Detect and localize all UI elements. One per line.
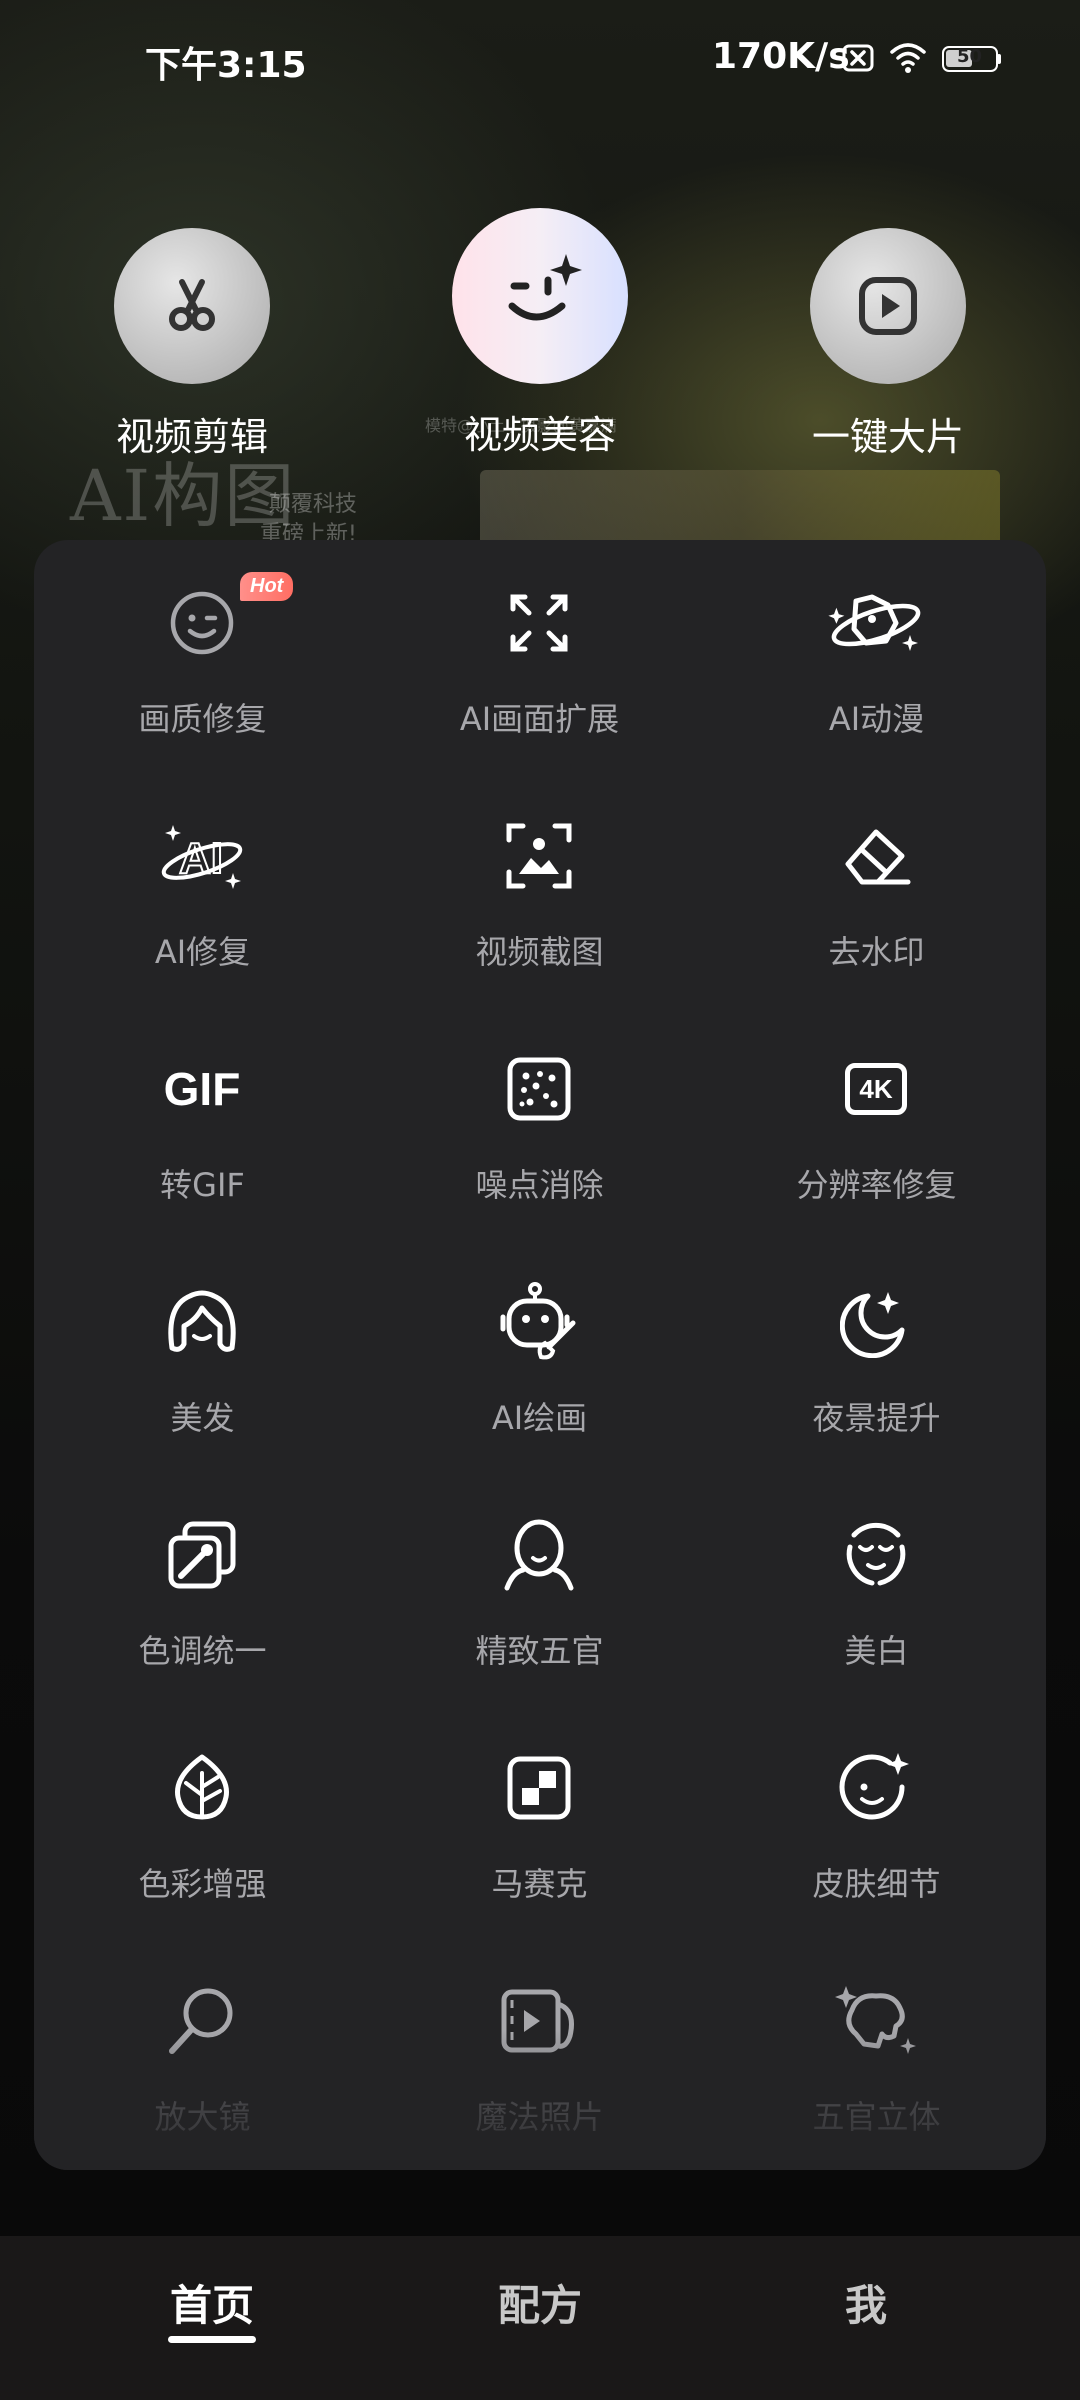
nav-tab-recipes[interactable]: 配方 bbox=[440, 2272, 640, 2333]
status-time: 下午3:15 bbox=[145, 45, 307, 86]
tool-ai-expand[interactable]: AI画面扩展 bbox=[371, 578, 708, 811]
wifi-icon bbox=[890, 43, 926, 73]
tool-whitening[interactable]: 美白 bbox=[708, 1510, 1045, 1743]
shortcut-video-beauty[interactable]: 视频美容 bbox=[430, 208, 650, 459]
magnifier-icon bbox=[152, 1976, 252, 2066]
play-square-icon bbox=[859, 277, 917, 335]
tool-refined-features[interactable]: 精致五官 bbox=[371, 1510, 708, 1743]
tool-label: AI绘画 bbox=[491, 1399, 588, 1437]
wink-face-icon bbox=[508, 254, 582, 321]
noise-dots-icon bbox=[489, 1044, 589, 1134]
tool-label: AI动漫 bbox=[828, 700, 925, 738]
4k-icon: 4K bbox=[826, 1044, 926, 1134]
tool-noise-removal[interactable]: 噪点消除 bbox=[371, 1044, 708, 1277]
tool-label: 视频截图 bbox=[475, 933, 604, 971]
magic-photo-icon bbox=[489, 1976, 589, 2066]
no-sim-icon bbox=[842, 44, 874, 72]
status-net-speed: 170K/s bbox=[712, 36, 850, 77]
tool-label: AI修复 bbox=[154, 933, 251, 971]
tool-label: 分辨率修复 bbox=[796, 1166, 957, 1204]
expand-icon bbox=[489, 578, 589, 668]
skin-sparkle-icon bbox=[826, 1743, 926, 1833]
tool-ai-anime[interactable]: AI动漫 bbox=[708, 578, 1045, 811]
tool-hair[interactable]: 美发 bbox=[34, 1277, 371, 1510]
shortcut-circle bbox=[810, 228, 966, 384]
shortcut-one-click-movie[interactable]: 一键大片 bbox=[778, 228, 998, 461]
robot-paint-icon bbox=[489, 1277, 589, 1367]
gif-icon: GIF bbox=[163, 1063, 241, 1115]
screenshot-icon bbox=[489, 811, 589, 901]
shortcut-video-edit[interactable]: 视频剪辑 bbox=[82, 228, 302, 461]
shortcut-label: 视频剪辑 bbox=[115, 415, 268, 459]
tool-to-gif[interactable]: GIF 转GIF bbox=[34, 1044, 371, 1277]
tool-label: 转GIF bbox=[160, 1166, 245, 1204]
smile-face-icon bbox=[152, 578, 252, 668]
face-outline-icon bbox=[489, 1510, 589, 1600]
tool-label: 放大镜 bbox=[154, 2098, 251, 2136]
hair-icon bbox=[152, 1277, 252, 1367]
tool-3d-features[interactable]: 五官立体 bbox=[708, 1976, 1045, 2170]
tool-label: 皮肤细节 bbox=[812, 1865, 941, 1903]
tool-label: 美发 bbox=[170, 1399, 235, 1437]
hot-badge: Hot bbox=[240, 572, 294, 601]
scissors-icon bbox=[169, 279, 215, 331]
status-bar: 下午3:15 170K/s 50 bbox=[0, 0, 1080, 120]
tool-resolution-repair[interactable]: 4K 分辨率修复 bbox=[708, 1044, 1045, 1277]
tool-night-enhance[interactable]: 夜景提升 bbox=[708, 1277, 1045, 1510]
eraser-icon bbox=[826, 811, 926, 901]
moon-icon bbox=[826, 1277, 926, 1367]
tool-skin-detail[interactable]: 皮肤细节 bbox=[708, 1743, 1045, 1976]
mosaic-icon bbox=[489, 1743, 589, 1833]
tool-label: 精致五官 bbox=[475, 1632, 604, 1670]
tool-label: 五官立体 bbox=[812, 2098, 941, 2136]
shortcut-circle bbox=[452, 208, 628, 384]
4k-text: 4K bbox=[859, 1073, 893, 1104]
shortcut-circle bbox=[114, 228, 270, 384]
nav-active-indicator bbox=[168, 2336, 256, 2343]
tool-ai-repair[interactable]: AI AI修复 bbox=[34, 811, 371, 1044]
promo-subtitle-1: 颠覆科技 bbox=[268, 492, 357, 517]
tool-magic-photo[interactable]: 魔法照片 bbox=[371, 1976, 708, 2170]
battery-level: 50 bbox=[956, 46, 983, 67]
nav-tab-home[interactable]: 首页 bbox=[112, 2272, 312, 2333]
tool-label: 魔法照片 bbox=[475, 2098, 604, 2136]
battery-icon: 50 bbox=[942, 46, 1001, 72]
leaf-icon bbox=[152, 1743, 252, 1833]
face-3d-icon bbox=[826, 1976, 926, 2066]
tool-label: 画质修复 bbox=[138, 700, 267, 738]
tool-color-enhance[interactable]: 色彩增强 bbox=[34, 1743, 371, 1976]
shortcut-label: 一键大片 bbox=[811, 415, 964, 459]
color-pick-icon bbox=[152, 1510, 252, 1600]
nav-tab-me[interactable]: 我 bbox=[766, 2272, 966, 2333]
tools-panel: Hot 画质修复 AI画面扩展 AI动漫 AI AI修复 视频截图 去水印 GI… bbox=[34, 540, 1046, 2170]
tool-label: 色彩增强 bbox=[138, 1865, 267, 1903]
tool-remove-watermark[interactable]: 去水印 bbox=[708, 811, 1045, 1044]
tool-unify-tone[interactable]: 色调统一 bbox=[34, 1510, 371, 1743]
tool-quality-repair[interactable]: Hot 画质修复 bbox=[34, 572, 371, 811]
tool-label: 马赛克 bbox=[491, 1865, 588, 1903]
tool-ai-painting[interactable]: AI绘画 bbox=[371, 1277, 708, 1510]
anime-planet-icon bbox=[826, 578, 926, 668]
tool-label: 色调统一 bbox=[138, 1632, 267, 1670]
ai-sparkle-icon: AI bbox=[152, 811, 252, 901]
tool-label: 夜景提升 bbox=[812, 1399, 941, 1437]
whitening-face-icon bbox=[826, 1510, 926, 1600]
tool-label: 噪点消除 bbox=[475, 1166, 604, 1204]
tool-label: 美白 bbox=[844, 1632, 909, 1670]
tool-magnifier[interactable]: 放大镜 bbox=[34, 1976, 371, 2170]
shortcut-label: 视频美容 bbox=[463, 413, 616, 457]
tool-video-screenshot[interactable]: 视频截图 bbox=[371, 811, 708, 1044]
tool-label: 去水印 bbox=[828, 933, 925, 971]
tool-label: AI画面扩展 bbox=[459, 700, 620, 738]
tool-mosaic[interactable]: 马赛克 bbox=[371, 1743, 708, 1976]
